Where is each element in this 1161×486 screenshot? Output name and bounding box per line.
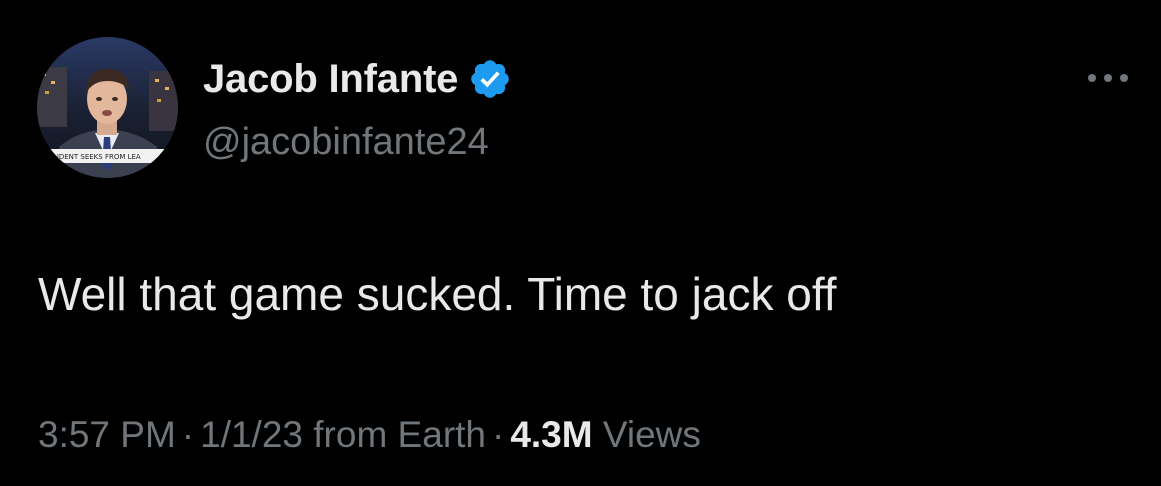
more-dot: [1104, 74, 1112, 82]
author-handle[interactable]: @jacobinfante24: [203, 118, 489, 166]
more-dot: [1088, 74, 1096, 82]
avatar[interactable]: STUDENT SEEKS FROM LEA: [37, 37, 178, 178]
tweet-meta: 3:57 PM · 1/1/23 from Earth · 4.3M Views: [38, 410, 701, 460]
more-options-icon[interactable]: [1088, 66, 1128, 90]
tweet-card: STUDENT SEEKS FROM LEA Jacob Infante @ja…: [0, 0, 1161, 486]
tweet-time[interactable]: 3:57 PM: [38, 414, 176, 455]
display-name[interactable]: Jacob Infante: [203, 54, 458, 104]
author-name-row[interactable]: Jacob Infante: [203, 54, 512, 104]
tweet-date[interactable]: 1/1/23: [200, 414, 303, 455]
tweet-source: from Earth: [313, 414, 486, 455]
tweet-text: Well that game sucked. Time to jack off: [38, 268, 837, 320]
avatar-photo: STUDENT SEEKS FROM LEA: [37, 37, 178, 178]
meta-separator: ·: [492, 414, 505, 455]
verified-badge-icon[interactable]: [468, 57, 512, 101]
views-count[interactable]: 4.3M: [510, 414, 592, 455]
views-label: Views: [602, 414, 701, 455]
avatar-ticker-text: STUDENT SEEKS FROM LEA: [45, 153, 141, 161]
meta-separator: ·: [181, 414, 195, 455]
more-dot: [1120, 74, 1128, 82]
